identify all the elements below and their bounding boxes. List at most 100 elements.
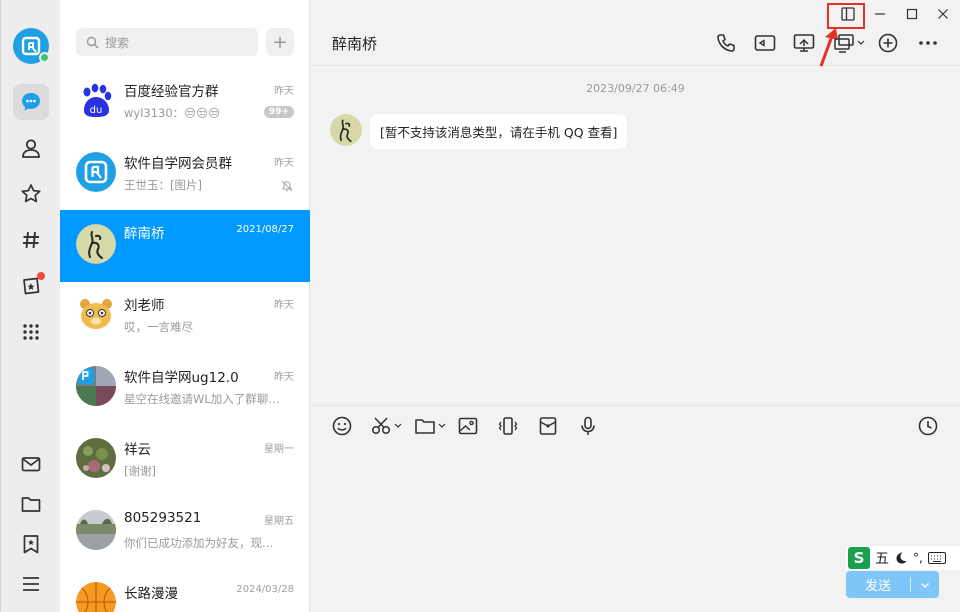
conversation-preview: 王世玉：[图片] [124,178,202,192]
input-toolbar [311,405,960,445]
add-circle-icon [878,33,898,53]
nav-files[interactable] [13,486,49,522]
folder-icon [21,497,41,512]
bear-cartoon-avatar [76,294,116,334]
message-icon [22,93,40,111]
group-logo-icon [76,152,116,192]
landscape-photo-avatar [76,510,116,550]
close-icon [938,9,948,19]
conversation-item-selected[interactable]: 醉南桥 2021/08/27 [60,210,310,282]
smiley-icon [332,416,352,436]
scissors-icon [371,417,402,435]
search-input[interactable]: 搜索 [76,28,258,56]
history-button[interactable] [917,414,939,438]
remote-desktop-button[interactable] [833,31,867,55]
nav-bookmarks[interactable] [13,526,49,562]
hamburger-icon [23,577,39,591]
close-button[interactable] [932,4,954,24]
conversation-item[interactable]: 软件自学网会员群 昨天 王世玉：[图片] [60,140,310,212]
screen-share-icon [793,34,815,52]
conversation-item[interactable]: du 百度经验官方群 昨天 wyl3130：😒😒😒 99+ [60,68,310,140]
minimize-button[interactable] [869,4,891,24]
sogou-logo: S [848,547,870,569]
nav-gallery[interactable] [13,268,49,304]
nav-favorites[interactable] [13,176,49,212]
avatar [76,224,116,264]
emoji-button[interactable] [331,414,353,438]
red-envelope-icon [539,417,557,435]
conversation-time: 星期五 [264,516,294,527]
chevron-down-icon [921,582,929,588]
message-timestamp: 2023/09/27 06:49 [586,82,685,95]
conversation-time: 星期一 [264,444,294,455]
add-button[interactable]: + [266,28,294,56]
maximize-icon [906,8,918,20]
voice-call-button[interactable] [714,31,738,55]
more-options-button[interactable] [916,31,940,55]
conversation-name: 醉南桥 [124,226,165,242]
conversation-name: 长路漫漫 [124,586,178,602]
conversation-preview: [谢谢] [124,464,156,478]
ime-mode[interactable]: 五 [875,548,889,568]
chat-title: 醉南桥 [332,35,378,53]
image-button[interactable] [457,414,479,438]
nav-mail[interactable] [13,446,49,482]
voice-message-button[interactable] [577,414,599,438]
send-button[interactable]: 发送 [846,571,939,598]
conversation-item[interactable]: 刘老师 昨天 哎，一言难尽 [60,282,310,354]
microphone-icon [581,416,595,435]
nav-contacts[interactable] [13,130,49,166]
basketball-avatar [76,582,116,612]
maximize-button[interactable] [901,4,923,24]
nav-rail [0,0,60,612]
nav-menu[interactable] [13,566,49,602]
screen-share-button[interactable] [792,31,816,55]
conversation-name: 805293521 [124,510,202,526]
conversation-time: 2024/03/28 [236,584,294,595]
hashtag-icon [23,231,39,249]
ime-toolbar[interactable]: S 五 °, [846,546,960,570]
conversation-preview: 星空在线邀请WL加入了群聊… [124,392,280,406]
minimize-icon [875,13,885,15]
online-status-dot [39,52,50,63]
avatar [76,294,116,334]
message-bubble[interactable]: [暂不支持该消息类型，请在手机 QQ 查看] [370,114,628,149]
nav-apps[interactable] [13,314,49,350]
conversation-item[interactable]: 祥云 星期一 [谢谢] [60,426,310,498]
file-button[interactable] [414,414,450,438]
screenshot-button[interactable] [370,414,406,438]
conversation-time: 2021/08/27 [236,224,294,235]
sender-avatar[interactable] [330,114,362,146]
moon-icon[interactable] [894,551,908,565]
conversation-name: 刘老师 [124,298,165,314]
conversation-name: 软件自学网会员群 [124,156,232,172]
svg-text:du: du [90,105,103,116]
video-call-button[interactable] [753,31,777,55]
conversation-item[interactable]: 805293521 星期五 你们已成功添加为好友，现… [60,498,310,570]
bookmark-star-icon [23,535,39,554]
qq-avatar[interactable] [13,28,50,64]
avatar [76,510,116,550]
conversation-item[interactable]: 软件自学网ug12.0 昨天 星空在线邀请WL加入了群聊… [60,354,310,426]
unread-badge: 99+ [263,106,294,118]
conversation-time: 昨天 [274,86,294,97]
red-packet-button[interactable] [537,414,559,438]
ime-punctuation[interactable]: °, [913,551,923,565]
nav-messages[interactable] [13,84,49,120]
conversation-item[interactable]: 长路漫漫 2024/03/28 [60,570,310,612]
add-member-button[interactable] [876,31,900,55]
mail-icon [21,457,41,472]
avatar [76,366,116,406]
remote-desktop-icon [834,34,865,53]
avatar: du [76,80,116,120]
nav-channels[interactable] [13,222,49,258]
clock-icon [918,416,938,436]
conversation-time: 昨天 [274,372,294,383]
keyboard-icon[interactable] [927,552,946,564]
shake-button[interactable] [497,414,519,438]
highlight-box [827,3,865,29]
conversation-name: 祥云 [124,442,151,458]
send-options-dropdown[interactable] [911,580,939,590]
ink-figure-avatar [76,224,116,264]
ink-figure-avatar [330,114,362,146]
